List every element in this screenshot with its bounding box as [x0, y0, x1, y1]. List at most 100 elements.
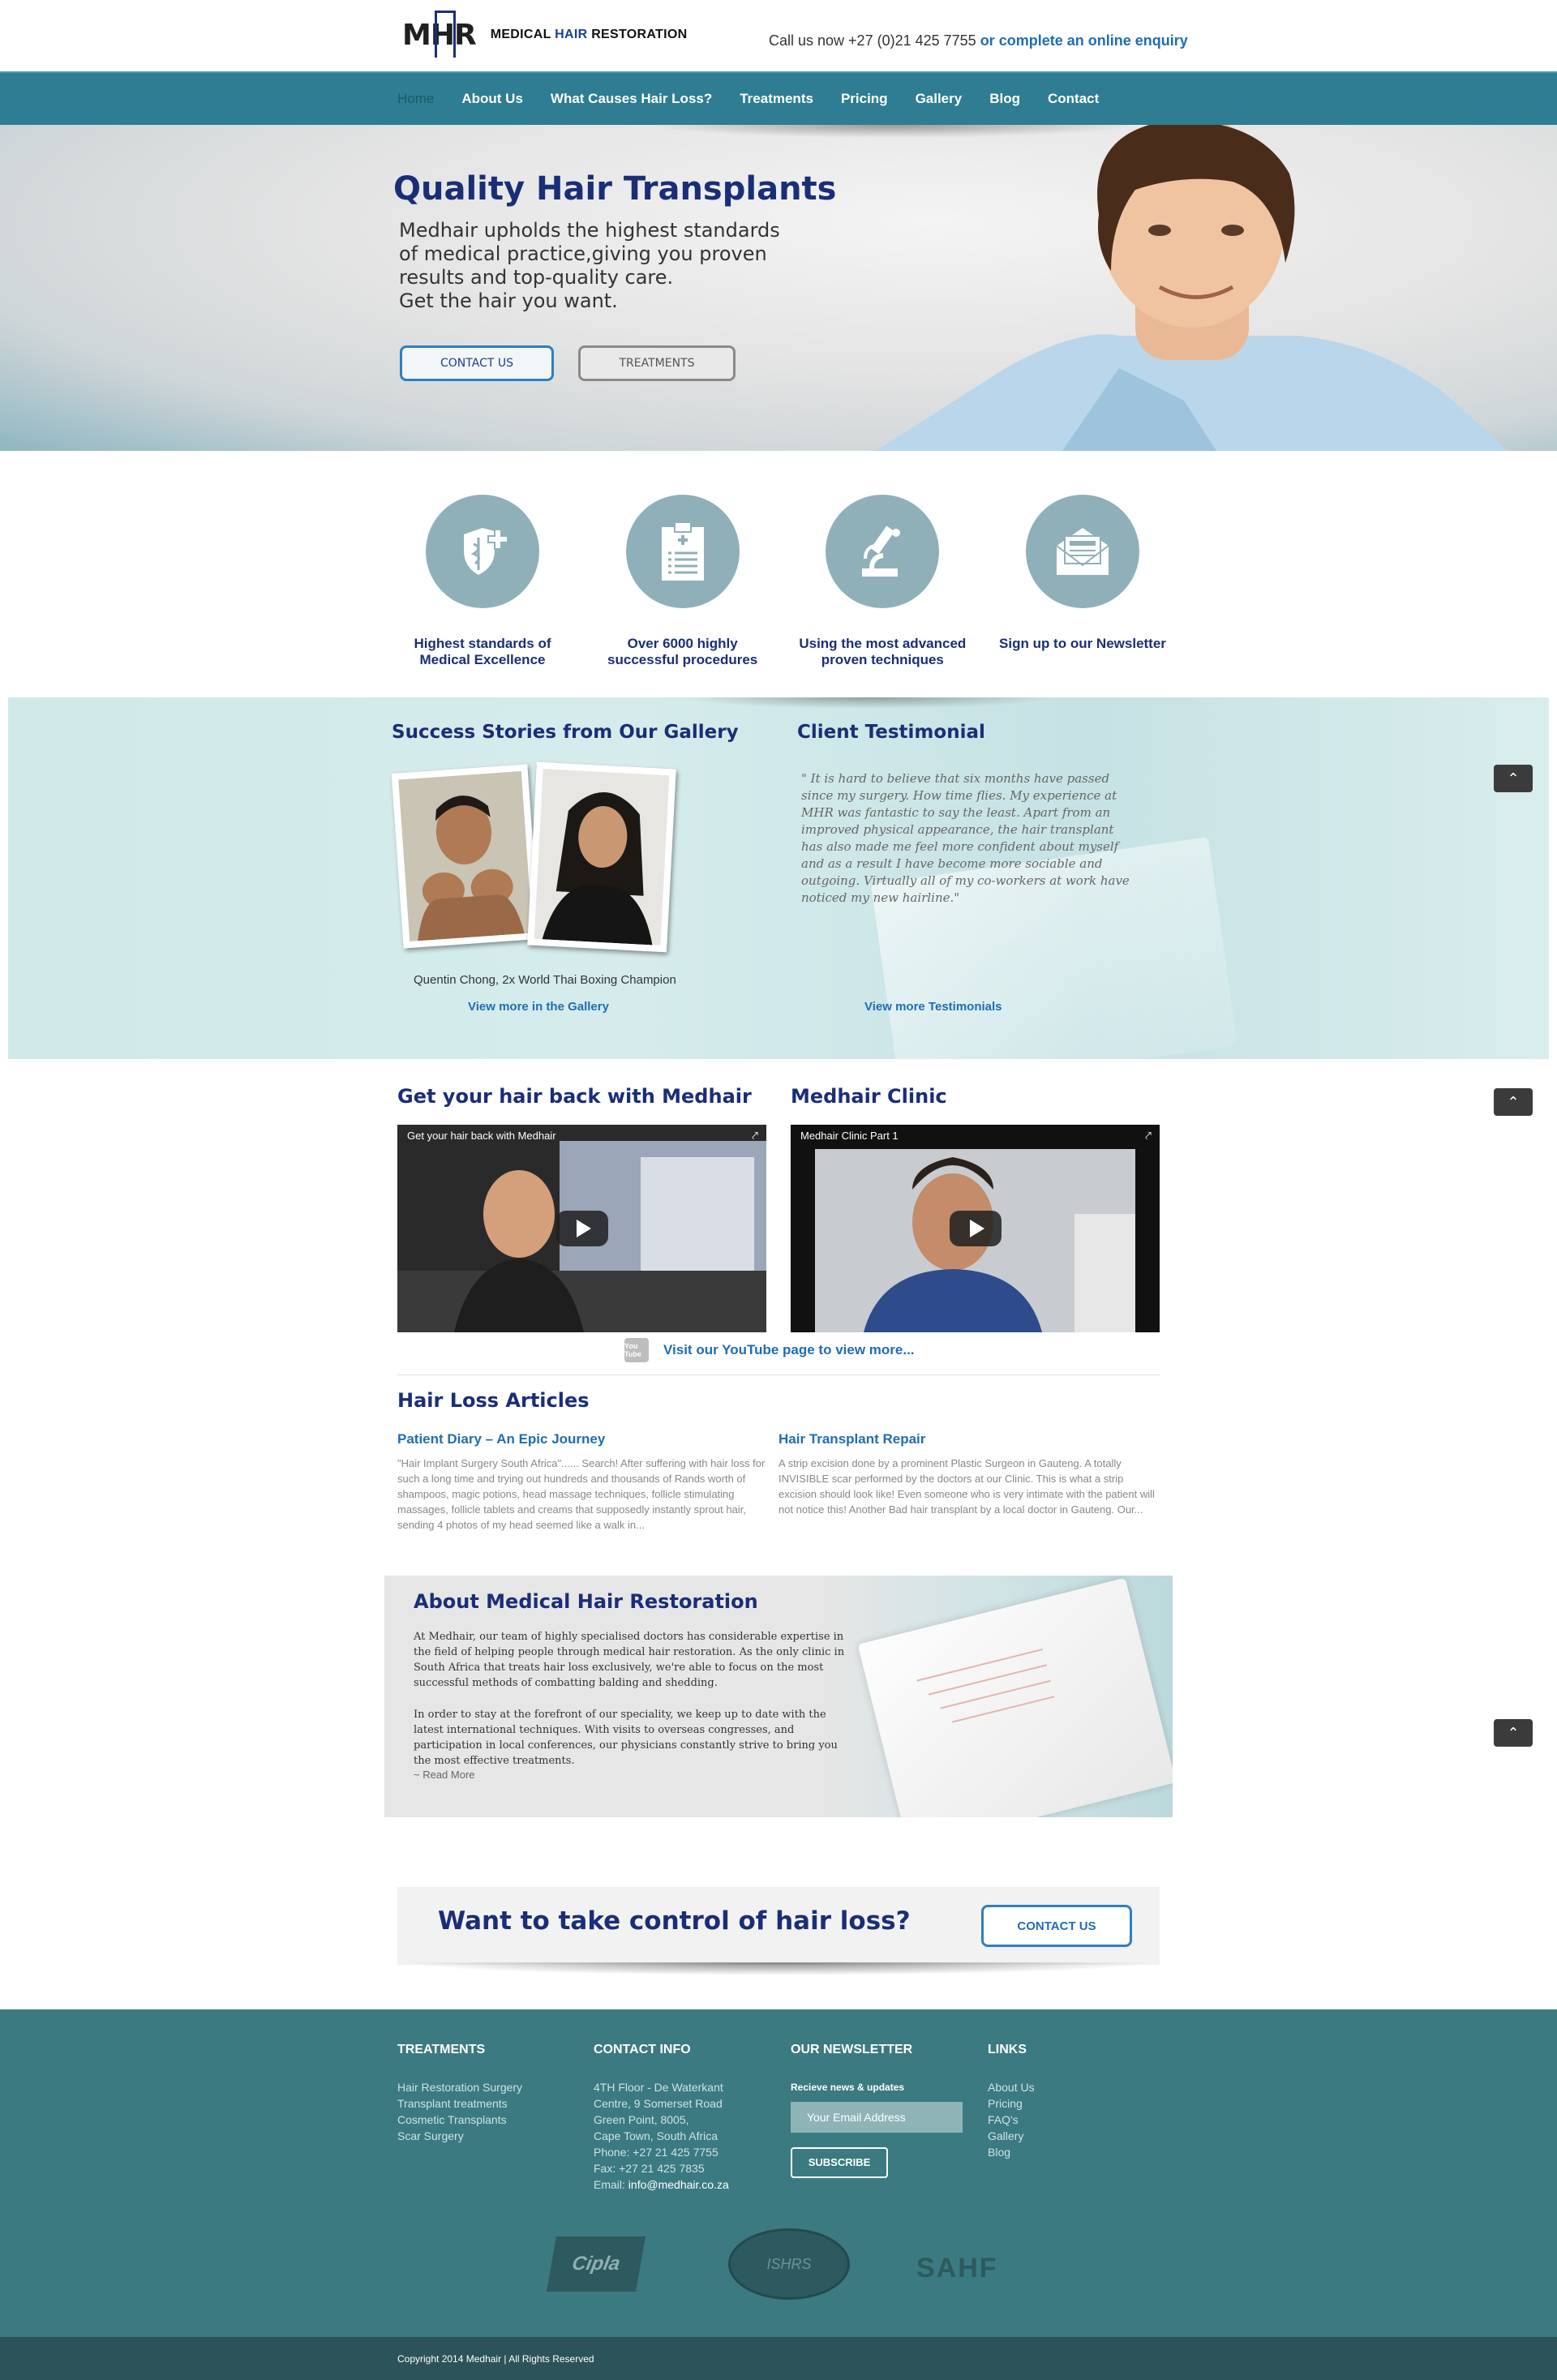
newsletter-email-input[interactable]: Your Email Address: [791, 2102, 963, 2133]
view-testimonials-link[interactable]: View more Testimonials: [864, 1000, 1002, 1014]
cta-title: Want to take control of hair loss?: [438, 1906, 911, 1936]
cipla-logo[interactable]: Cipla: [547, 2236, 646, 2292]
email-line: Email: info@medhair.co.za: [594, 2178, 729, 2191]
cta-shadow: [401, 1962, 1156, 1975]
about-section: About Medical Hair Restoration At Medhai…: [384, 1576, 1173, 1817]
back-to-top-button[interactable]: ⌃: [1494, 765, 1533, 792]
chevron-up-icon: ⌃: [1507, 1724, 1520, 1741]
newsletter-envelope-icon: [1025, 495, 1139, 608]
site-logo[interactable]: MHR MEDICAL HAIR RESTORATION: [402, 10, 688, 58]
play-button[interactable]: [555, 1211, 608, 1246]
read-more-link[interactable]: ~ Read More: [414, 1769, 475, 1781]
subscribe-button[interactable]: SUBSCRIBE: [791, 2147, 888, 2178]
partner-logos: Cipla ISHRS SAHF: [547, 2228, 1006, 2301]
site-header: MHR MEDICAL HAIR RESTORATION Call us now…: [0, 0, 1557, 71]
feature-techniques[interactable]: Using the most advanced proven technique…: [797, 495, 967, 673]
article-excerpt: A strip excision done by a prominent Pla…: [778, 1457, 1155, 1516]
article-title-patient-diary[interactable]: Patient Diary – An Epic Journey: [397, 1431, 605, 1447]
gallery-caption: Quentin Chong, 2x World Thai Boxing Cham…: [414, 973, 676, 987]
man-long-hair-photo: [534, 769, 670, 946]
sahf-logo[interactable]: SAHF: [916, 2253, 998, 2284]
call-us-text: Call us now +27 (0)21 425 7755 or comple…: [769, 32, 1188, 49]
nav-treatments[interactable]: Treatments: [740, 91, 813, 107]
address-line: Cape Town, South Africa: [594, 2129, 718, 2142]
nav-home[interactable]: Home: [397, 91, 434, 107]
footer-links: LINKS About Us Pricing FAQ's Gallery Blo…: [988, 2042, 1035, 2160]
newsletter-subtitle: Recieve news & updates: [791, 2082, 905, 2093]
hero-treatments-button[interactable]: TREATMENTS: [578, 345, 736, 381]
video-player-medhair[interactable]: Get your hair back with Medhair ⤤: [397, 1125, 766, 1332]
footer-treatments: TREATMENTS Hair Restoration Surgery Tran…: [397, 2042, 522, 2144]
online-enquiry-link[interactable]: or complete an online enquiry: [980, 32, 1188, 49]
phone: Phone: +27 21 425 7755: [594, 2146, 718, 2159]
footer-contact: CONTACT INFO 4TH Floor - De Waterkant Ce…: [594, 2042, 729, 2193]
play-button[interactable]: [949, 1211, 1002, 1246]
address-line: Green Point, 8005,: [594, 2113, 689, 2126]
footer-treatments-title: TREATMENTS: [397, 2043, 486, 2056]
footer-bottom-bar: Copyright 2014 Medhair | All Rights Rese…: [0, 2337, 1557, 2380]
youtube-link-text: Visit our YouTube page to view more...: [663, 1342, 915, 1357]
youtube-icon: You Tube: [624, 1338, 649, 1362]
footer-link-cosmetic[interactable]: Cosmetic Transplants: [397, 2112, 522, 2128]
share-icon[interactable]: ⤤: [752, 1129, 758, 1143]
footer-link-faqs[interactable]: FAQ's: [988, 2112, 1035, 2128]
gallery-photo-after[interactable]: [527, 761, 676, 953]
footer-link-hair-restoration[interactable]: Hair Restoration Surgery: [397, 2079, 522, 2095]
video-overlay-title: Medhair Clinic Part 1: [800, 1130, 899, 1142]
feature-medical-excellence[interactable]: Highest standards of Medical Excellence: [397, 495, 568, 673]
hero-banner: Quality Hair Transplants Medhair upholds…: [0, 125, 1557, 451]
hero-text: Medhair upholds the highest standards of…: [399, 219, 780, 312]
about-title: About Medical Hair Restoration: [414, 1590, 758, 1613]
ishrs-logo[interactable]: ISHRS: [728, 2228, 850, 2300]
divider: [397, 1374, 1160, 1375]
footer-link-transplant[interactable]: Transplant treatments: [397, 2095, 522, 2112]
video-left-title: Get your hair back with Medhair: [397, 1085, 752, 1108]
video-overlay-title: Get your hair back with Medhair: [407, 1130, 556, 1142]
feature-procedures[interactable]: Over 6000 highly successful procedures: [598, 495, 768, 673]
view-gallery-link[interactable]: View more in the Gallery: [468, 1000, 609, 1014]
footer-newsletter: OUR NEWSLETTER Recieve news & updates Yo…: [791, 2042, 963, 2178]
clipboard-icon: [625, 495, 740, 608]
footer-link-blog[interactable]: Blog: [988, 2144, 1035, 2160]
cta-contact-button[interactable]: CONTACT US: [981, 1905, 1132, 1947]
article-excerpt: "Hair Implant Surgery South Africa".....…: [397, 1457, 766, 1531]
logo-text: MEDICAL HAIR RESTORATION: [490, 28, 688, 41]
feature-label: Over 6000 highly successful procedures: [607, 636, 758, 667]
nav-blog[interactable]: Blog: [989, 91, 1020, 107]
video-player-clinic[interactable]: Medhair Clinic Part 1 ⤤: [791, 1125, 1160, 1332]
gallery-photo-before[interactable]: [391, 764, 540, 949]
logo-mark: MHR: [402, 10, 477, 58]
back-to-top-button[interactable]: ⌃: [1494, 1088, 1533, 1116]
cta-box: Want to take control of hair loss? CONTA…: [397, 1887, 1160, 1965]
footer-link-pricing[interactable]: Pricing: [988, 2095, 1035, 2112]
feature-label: Sign up to our Newsletter: [999, 636, 1166, 651]
youtube-link[interactable]: You Tube Visit our YouTube page to view …: [624, 1338, 915, 1362]
footer-link-scar-surgery[interactable]: Scar Surgery: [397, 2128, 522, 2144]
hero-title: Quality Hair Transplants: [393, 170, 837, 208]
nav-about-us[interactable]: About Us: [461, 91, 523, 107]
article-title-transplant-repair[interactable]: Hair Transplant Repair: [778, 1431, 925, 1447]
footer-link-gallery[interactable]: Gallery: [988, 2128, 1035, 2144]
back-to-top-button[interactable]: ⌃: [1494, 1719, 1533, 1747]
nav-contact[interactable]: Contact: [1048, 91, 1099, 107]
nav-gallery[interactable]: Gallery: [916, 91, 963, 107]
nav-hair-loss[interactable]: What Causes Hair Loss?: [551, 91, 712, 107]
email-link[interactable]: info@medhair.co.za: [628, 2178, 729, 2191]
testimonial-title: Client Testimonial: [797, 722, 985, 743]
testimonial-quote: " It is hard to believe that six months …: [801, 771, 1130, 905]
hero-contact-button[interactable]: CONTACT US: [400, 345, 554, 381]
address-line: 4TH Floor - De Waterkant: [594, 2081, 723, 2094]
nav-pricing[interactable]: Pricing: [841, 91, 888, 107]
footer-link-about[interactable]: About Us: [988, 2079, 1035, 2095]
chevron-up-icon: ⌃: [1507, 770, 1520, 787]
chevron-up-icon: ⌃: [1507, 1093, 1520, 1110]
feature-label: Using the most advanced proven technique…: [799, 636, 967, 667]
shield-caduceus-icon: [426, 495, 539, 608]
share-icon[interactable]: ⤤: [1145, 1129, 1152, 1143]
feature-newsletter[interactable]: Sign up to our Newsletter: [997, 495, 1168, 673]
boxer-photo: [398, 770, 533, 942]
site-footer: TREATMENTS Hair Restoration Surgery Tran…: [0, 2009, 1557, 2337]
copyright-text: Copyright 2014 Medhair | All Rights Rese…: [397, 2353, 594, 2365]
articles-title: Hair Loss Articles: [397, 1389, 590, 1412]
main-nav: Home About Us What Causes Hair Loss? Tre…: [0, 71, 1557, 125]
